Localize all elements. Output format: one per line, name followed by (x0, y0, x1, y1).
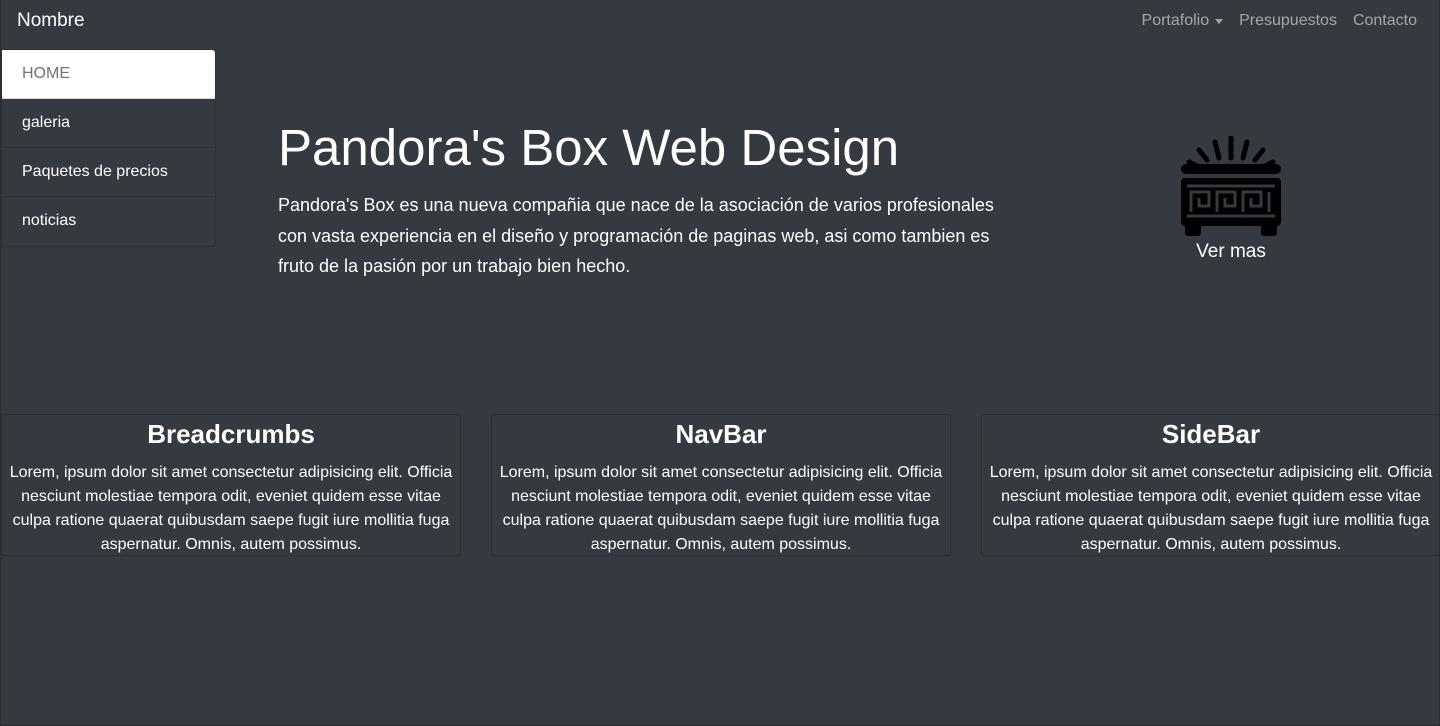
brand-link[interactable]: Nombre (17, 9, 85, 33)
nav-link-portafolio[interactable]: Portafolio (1142, 10, 1224, 32)
card-text: Lorem, ipsum dolor sit amet consectetur … (9, 464, 453, 553)
pandora-box-icon (1179, 135, 1283, 240)
card-sidebar: SideBar Lorem, ipsum dolor sit amet cons… (981, 414, 1440, 556)
sidebar: HOME galeria Paquetes de precios noticia… (1, 49, 216, 247)
card-title: SideBar (1161, 419, 1261, 449)
card-text: Lorem, ipsum dolor sit amet consectetur … (989, 464, 1433, 553)
page: Nombre Portafolio Presupuestos Contacto … (0, 0, 1440, 726)
sidebar-item-home[interactable]: HOME (2, 50, 215, 99)
sidebar-item-galeria[interactable]: galeria (2, 99, 215, 148)
card-text: Lorem, ipsum dolor sit amet consectetur … (499, 464, 943, 553)
hero-title: Pandora's Box Web Design (278, 119, 900, 176)
nav-links: Portafolio Presupuestos Contacto (1142, 10, 1417, 32)
card-title: Breadcrumbs (147, 419, 315, 449)
chevron-down-icon (1215, 18, 1224, 24)
hero-description: Pandora's Box es una nueva compañia que … (278, 195, 994, 276)
navbar: Nombre Portafolio Presupuestos Contacto (1, 0, 1440, 42)
ver-mas-link[interactable]: Ver mas (1131, 240, 1331, 264)
nav-link-presupuestos[interactable]: Presupuestos (1239, 10, 1337, 32)
card-title: NavBar (675, 419, 767, 449)
card-navbar: NavBar Lorem, ipsum dolor sit amet conse… (491, 414, 951, 556)
nav-link-contacto[interactable]: Contacto (1353, 10, 1417, 32)
nav-link-label: Portafolio (1141, 12, 1210, 29)
sidebar-item-paquetes[interactable]: Paquetes de precios (2, 148, 215, 197)
sidebar-item-noticias[interactable]: noticias (2, 197, 215, 246)
card-breadcrumbs: Breadcrumbs Lorem, ipsum dolor sit amet … (1, 414, 461, 556)
